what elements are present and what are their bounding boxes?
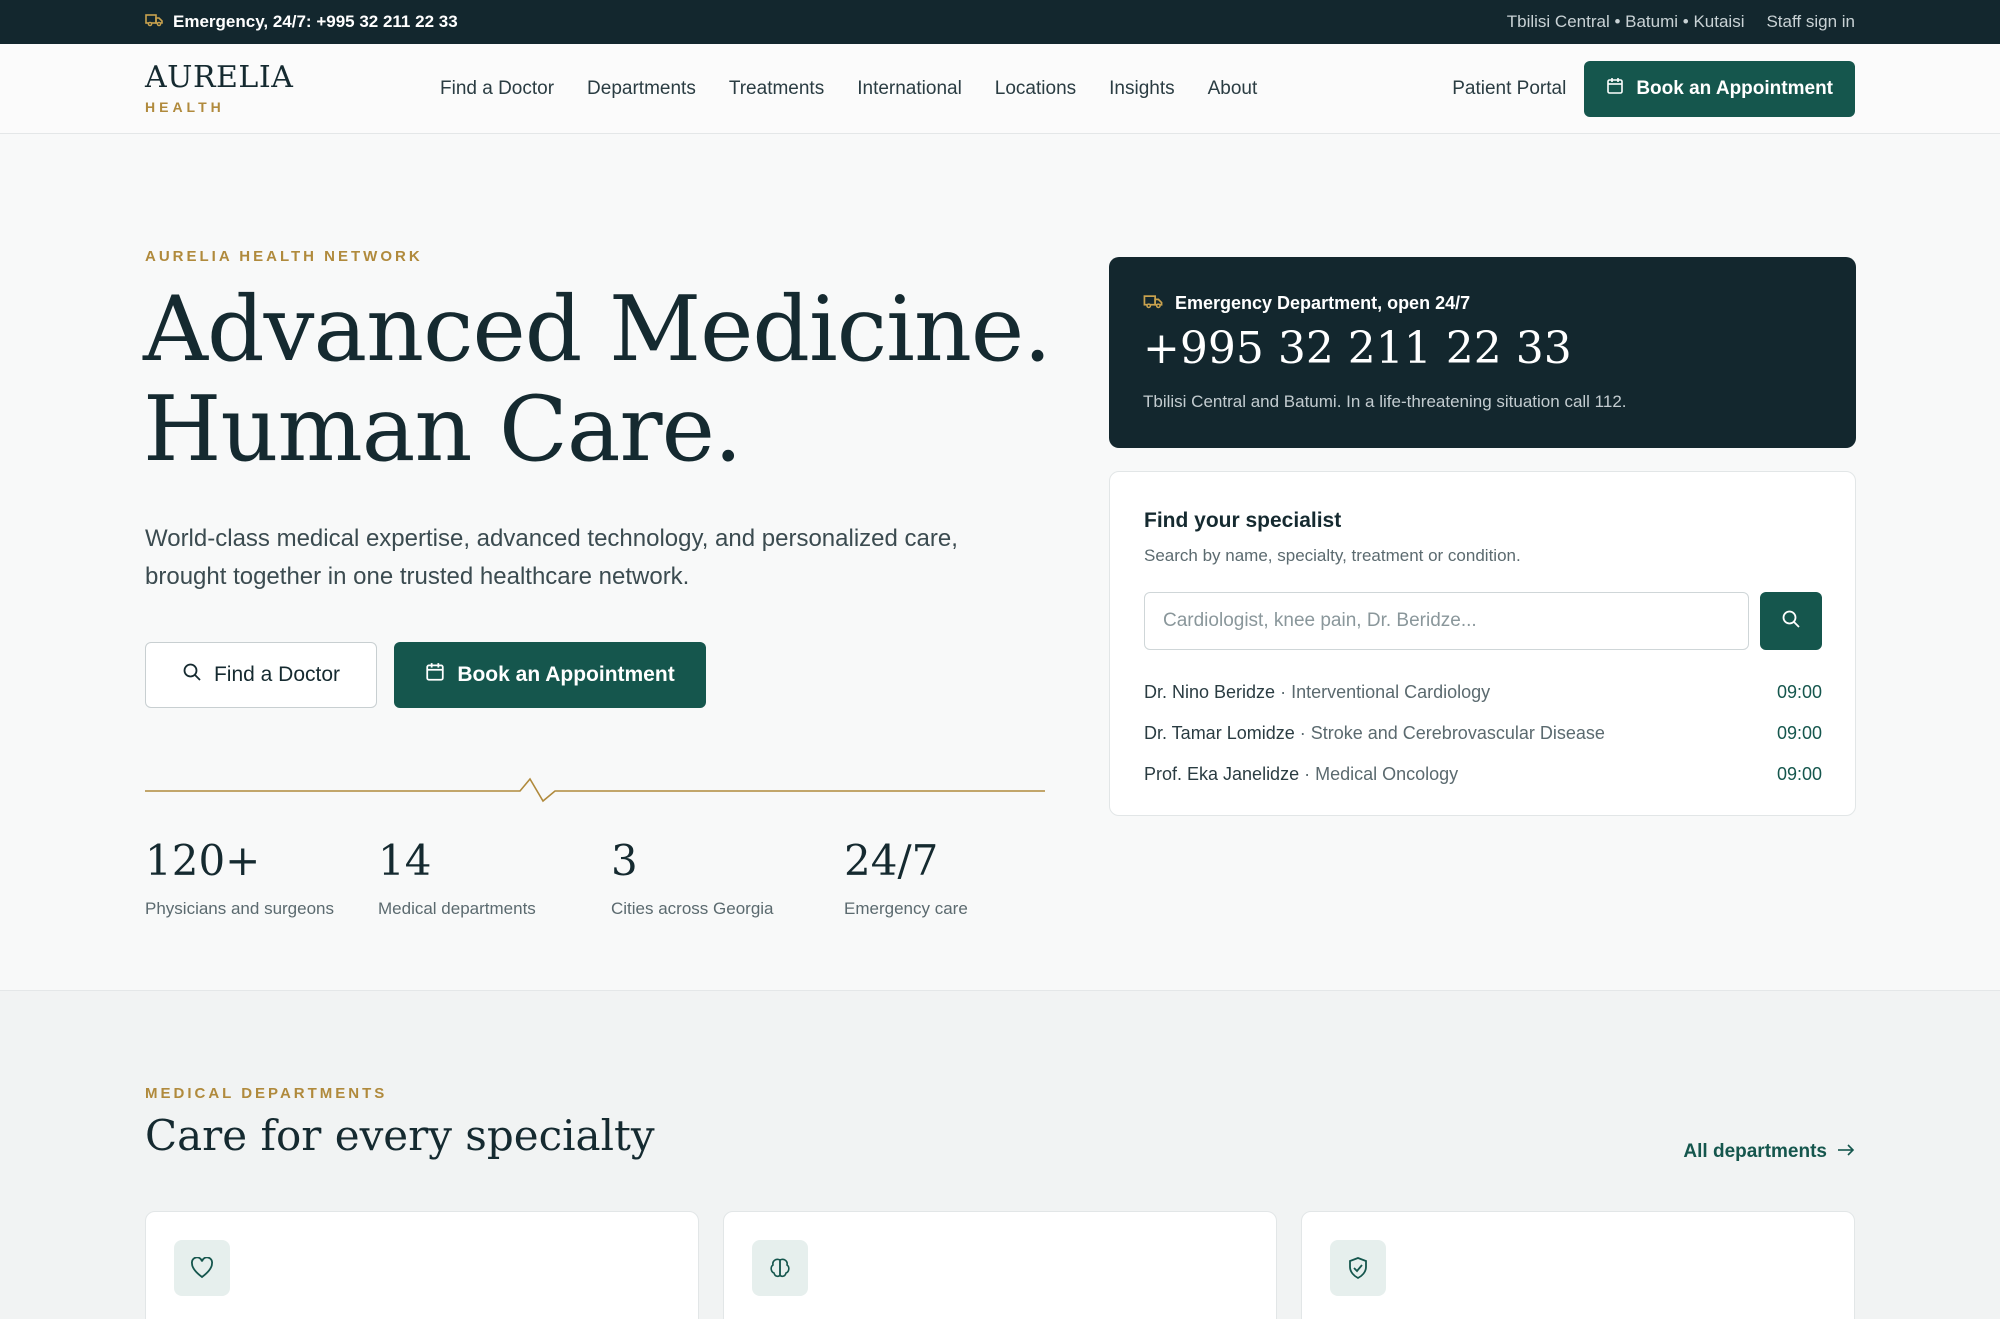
- doctor-name: Dr. Tamar Lomidze: [1144, 723, 1295, 743]
- nav-item-treatments[interactable]: Treatments: [729, 78, 824, 100]
- hero-subtitle: World-class medical expertise, advanced …: [145, 525, 958, 590]
- nav-item-find-a-doctor[interactable]: Find a Doctor: [440, 78, 554, 100]
- nav-item-about[interactable]: About: [1208, 78, 1258, 100]
- hero-title-line1: Advanced Medicine.: [143, 277, 1052, 382]
- emergency-card: Emergency Department, open 24/7 +995 32 …: [1109, 257, 1856, 448]
- stat-item: 14 Medical departments: [378, 836, 611, 919]
- emergency-text: Emergency, 24/7: +995 32 211 22 33: [173, 12, 458, 31]
- stat-value: 24/7: [844, 836, 939, 885]
- doctor-row[interactable]: Dr. Tamar Lomidze · Stroke and Cerebrova…: [1144, 713, 1822, 754]
- staff-sign-in-link[interactable]: Staff sign in: [1766, 12, 1855, 32]
- brain-icon: [752, 1240, 808, 1296]
- departments-section: MEDICAL DEPARTMENTS Care for every speci…: [0, 990, 2000, 1319]
- emergency-contact[interactable]: Emergency, 24/7: +995 32 211 22 33: [145, 12, 458, 32]
- hero-title-line2: Human Care.: [143, 377, 742, 482]
- department-card-oncology[interactable]: [1301, 1211, 1855, 1319]
- doctor-name: Dr. Nino Beridze: [1144, 682, 1276, 702]
- nav-menu: Find a Doctor Departments Treatments Int…: [440, 78, 1257, 100]
- emergency-card-title: Emergency Department, open 24/7: [1175, 293, 1471, 313]
- specialist-title: Find your specialist: [1144, 509, 1342, 532]
- top-bar: Emergency, 24/7: +995 32 211 22 33 Tbili…: [0, 0, 2000, 44]
- hero-title: Advanced Medicine. Human Care.: [143, 277, 1052, 482]
- hero-book-label: Book an Appointment: [457, 663, 675, 686]
- stat-label: Medical departments: [378, 899, 536, 918]
- department-card-cardiology[interactable]: [145, 1211, 699, 1319]
- logo-main: AURELIA: [145, 60, 294, 95]
- stat-label: Emergency care: [844, 899, 968, 918]
- doctor-list: Dr. Nino Beridze · Interventional Cardio…: [1144, 672, 1822, 795]
- doctor-name: Prof. Eka Janelidze: [1144, 764, 1300, 784]
- heartbeat-divider: [145, 777, 1045, 803]
- departments-eyebrow: MEDICAL DEPARTMENTS: [145, 1085, 388, 1102]
- specialist-search-button[interactable]: [1760, 592, 1822, 650]
- stat-value: 14: [378, 836, 432, 885]
- doctor-row[interactable]: Dr. Nino Beridze · Interventional Cardio…: [1144, 672, 1822, 713]
- nav-item-locations[interactable]: Locations: [995, 78, 1076, 100]
- stat-label: Cities across Georgia: [611, 899, 774, 918]
- hero-book-appointment-button[interactable]: Book an Appointment: [394, 642, 706, 708]
- nav-item-departments[interactable]: Departments: [587, 78, 696, 100]
- specialist-subtitle: Search by name, specialty, treatment or …: [1144, 546, 1521, 565]
- search-icon: [1781, 609, 1801, 634]
- specialist-search-input[interactable]: [1144, 592, 1749, 650]
- stat-item: 120+ Physicians and surgeons: [145, 836, 378, 919]
- logo[interactable]: AURELIA HEALTH: [145, 60, 293, 115]
- doctor-time: 09:00: [1776, 723, 1822, 743]
- all-departments-label: All departments: [1683, 1141, 1827, 1162]
- emergency-phone[interactable]: +995 32 211 22 33: [1143, 323, 1572, 374]
- heart-icon: [174, 1240, 230, 1296]
- doctor-time: 09:00: [1776, 764, 1822, 784]
- stat-item: 3 Cities across Georgia: [611, 836, 844, 919]
- hero-stats: 120+ Physicians and surgeons 14 Medical …: [145, 836, 1077, 919]
- doctor-specialty: Stroke and Cerebrovascular Disease: [1310, 723, 1605, 743]
- ambulance-icon: [1143, 293, 1163, 314]
- nav-book-appointment-button[interactable]: Book an Appointment: [1584, 61, 1855, 117]
- nav-item-insights[interactable]: Insights: [1109, 78, 1174, 100]
- emergency-description: Tbilisi Central and Batumi. In a life-th…: [1143, 392, 1627, 411]
- stat-value: 3: [611, 836, 638, 885]
- stat-value: 120+: [145, 836, 261, 885]
- doctor-row[interactable]: Prof. Eka Janelidze · Medical Oncology 0…: [1144, 754, 1822, 795]
- doctor-specialty: Interventional Cardiology: [1291, 682, 1491, 702]
- ambulance-icon: [145, 12, 163, 32]
- all-departments-link[interactable]: All departments: [1683, 1141, 1855, 1163]
- stat-label: Physicians and surgeons: [145, 899, 335, 918]
- find-specialist-card: Find your specialist Search by name, spe…: [1109, 471, 1856, 816]
- main-nav: AURELIA HEALTH Find a Doctor Departments…: [0, 44, 2000, 134]
- hero-eyebrow: AURELIA HEALTH NETWORK: [145, 248, 423, 265]
- department-card-neurology[interactable]: [723, 1211, 1277, 1319]
- nav-item-international[interactable]: International: [857, 78, 962, 100]
- calendar-icon: [1606, 77, 1624, 101]
- find-doctor-button[interactable]: Find a Doctor: [145, 642, 377, 708]
- arrow-right-icon: [1837, 1141, 1855, 1163]
- doctor-time: 09:00: [1776, 682, 1822, 702]
- stat-item: 24/7 Emergency care: [844, 836, 1077, 919]
- shield-check-icon: [1330, 1240, 1386, 1296]
- patient-portal-link[interactable]: Patient Portal: [1452, 78, 1566, 100]
- search-icon: [182, 662, 202, 688]
- logo-sub: HEALTH: [145, 99, 225, 115]
- locations-link[interactable]: Tbilisi Central • Batumi • Kutaisi: [1507, 12, 1745, 32]
- calendar-icon: [425, 662, 445, 688]
- nav-book-label: Book an Appointment: [1636, 78, 1833, 99]
- departments-title: Care for every specialty: [145, 1111, 655, 1160]
- find-doctor-label: Find a Doctor: [213, 663, 341, 686]
- doctor-specialty: Medical Oncology: [1315, 764, 1459, 784]
